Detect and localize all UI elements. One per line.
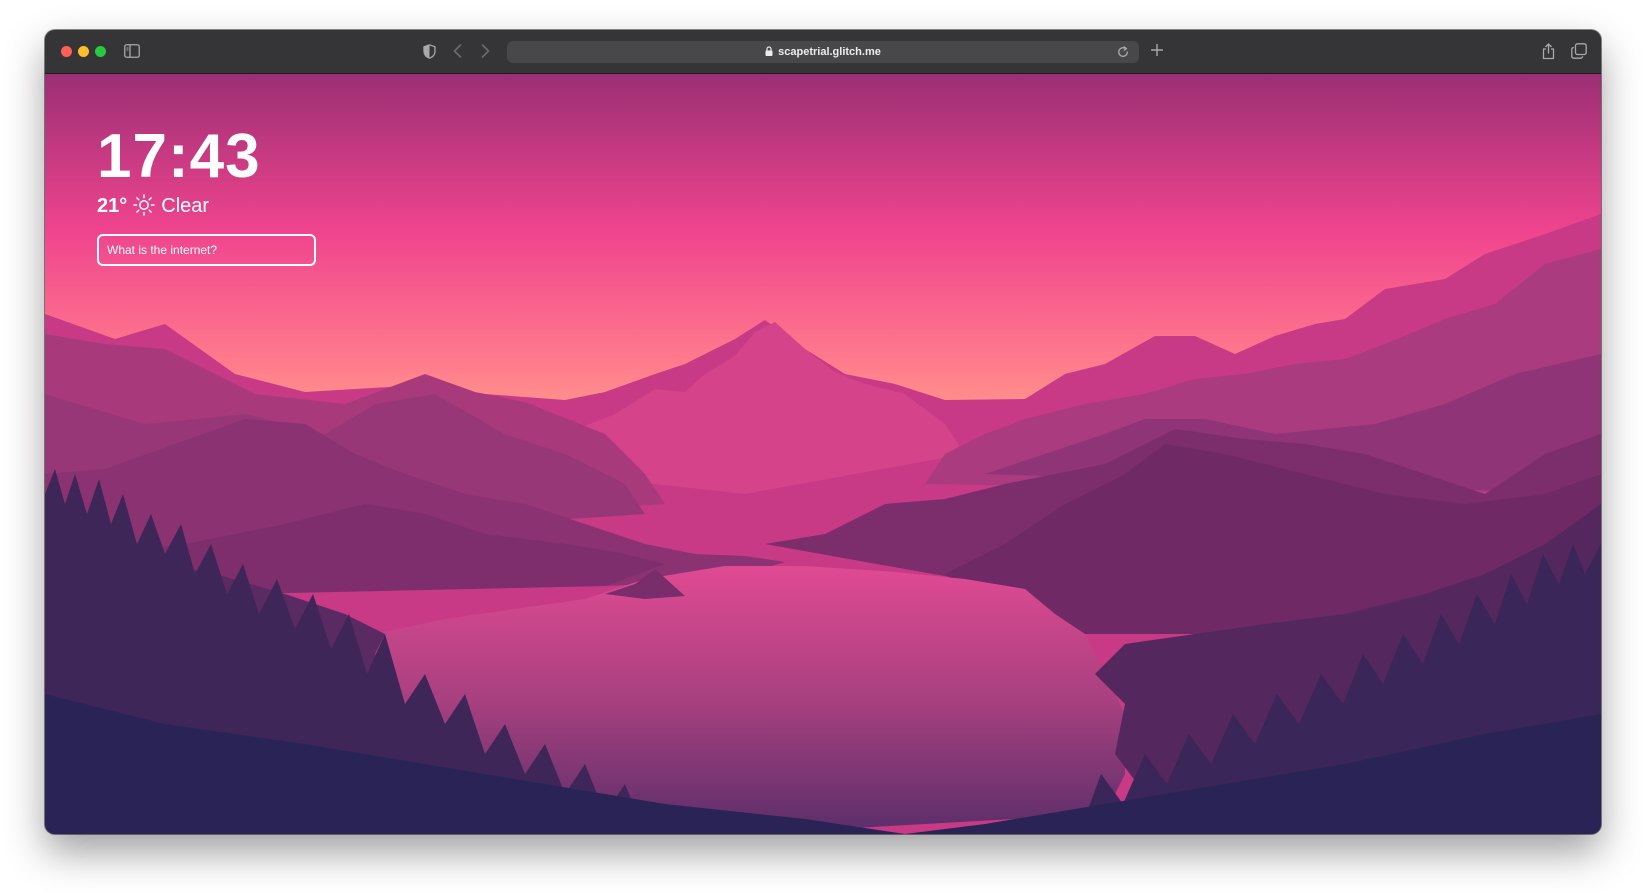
weather: 21° Clear	[97, 192, 209, 220]
browser-toolbar: scapetrial.glitch.me	[45, 30, 1601, 74]
lock-icon	[765, 42, 773, 64]
weather-condition: Clear	[161, 194, 210, 217]
landscape-wallpaper	[45, 74, 1601, 834]
close-window-button[interactable]	[61, 46, 72, 57]
page-viewport: 17:43 21° Clear What is the internet?	[45, 74, 1601, 834]
plus-icon[interactable]	[1147, 40, 1167, 60]
sun-icon	[133, 194, 157, 218]
url-text: scapetrial.glitch.me	[778, 46, 881, 58]
sidebar-icon[interactable]	[123, 42, 141, 60]
shield-icon[interactable]	[420, 42, 438, 60]
clock: 17:43	[97, 122, 261, 191]
reload-icon[interactable]	[1115, 44, 1131, 60]
tabs-icon[interactable]	[1569, 41, 1589, 61]
address-bar-content: scapetrial.glitch.me	[507, 41, 1139, 63]
search-input[interactable]	[97, 234, 316, 266]
chevron-right-icon[interactable]	[476, 42, 494, 60]
temperature: 21°	[97, 194, 128, 217]
zoom-window-button[interactable]	[95, 46, 106, 57]
address-bar[interactable]: scapetrial.glitch.me	[507, 41, 1139, 63]
share-icon[interactable]	[1539, 41, 1557, 61]
chevron-left-icon[interactable]	[448, 42, 466, 60]
minimize-window-button[interactable]	[78, 46, 89, 57]
browser-window: scapetrial.glitch.me 17:43 21° Clear Wha…	[45, 30, 1601, 834]
